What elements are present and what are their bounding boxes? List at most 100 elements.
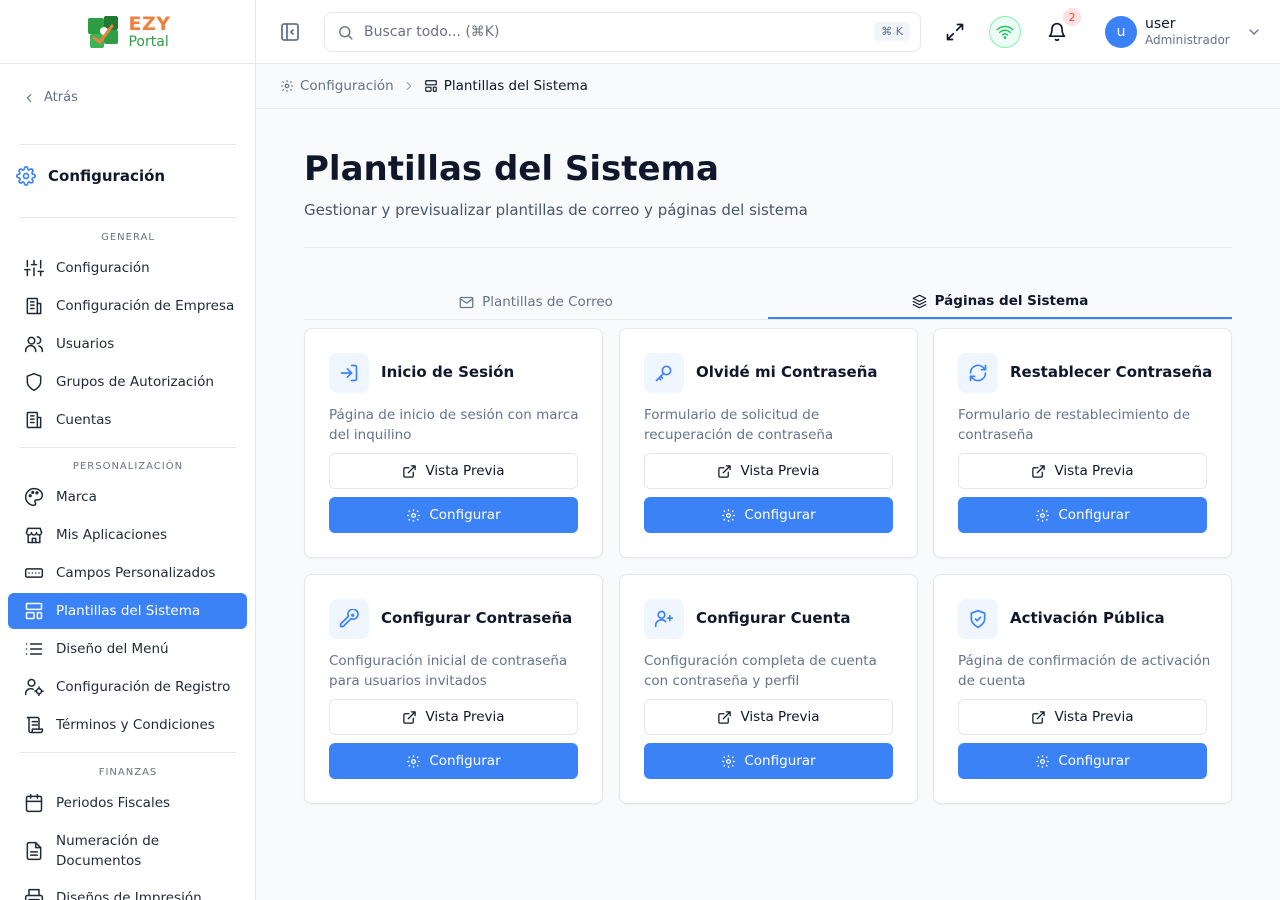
sidebar-item-empresa[interactable]: Configuración de Empresa [8, 288, 247, 324]
user-plus-icon [654, 610, 674, 628]
divider [304, 247, 1232, 248]
tab-email-templates[interactable]: Plantillas de Correo [304, 285, 768, 319]
tab-list: Plantillas de Correo Páginas del Sistema [304, 285, 1232, 320]
search-bar[interactable]: ⌘ K [324, 12, 921, 52]
external-link-icon [403, 464, 417, 478]
sidebar-item-label: Cuentas [56, 412, 112, 428]
building-icon [26, 297, 42, 315]
sidebar-item-configuracion[interactable]: Configuración [8, 250, 247, 286]
brand-subname: Portal [128, 33, 169, 50]
wifi-icon [996, 25, 1014, 39]
tab-system-pages[interactable]: Páginas del Sistema [768, 285, 1232, 319]
preview-label: Vista Previa [1054, 709, 1134, 725]
configure-button[interactable]: Configurar [329, 497, 578, 533]
sidebar-item-menu[interactable]: Diseño del Menú [8, 631, 247, 667]
sidebar-item-impresion[interactable]: Diseños de Impresión [8, 880, 247, 900]
sidebar-item-plantillas[interactable]: Plantillas del Sistema [8, 593, 247, 629]
layers-icon [912, 294, 927, 308]
collapse-sidebar-button[interactable] [278, 20, 302, 44]
card-description: Formulario de solicitud de recuperación … [644, 407, 834, 443]
card-description: Página de inicio de sesión con marca del… [329, 407, 579, 443]
search-input[interactable] [364, 24, 844, 40]
preview-button[interactable]: Vista Previa [958, 699, 1207, 735]
configure-label: Configurar [1058, 753, 1130, 769]
template-card-forgot-password: Olvidé mi Contraseña Formulario de solic… [619, 328, 918, 558]
divider [20, 447, 236, 448]
template-card-login: Inicio de Sesión Página de inicio de ses… [304, 328, 603, 558]
shield-check-icon [970, 609, 986, 629]
expand-icon [946, 23, 964, 41]
store-icon [25, 527, 43, 544]
breadcrumb-current: Plantillas del Sistema [424, 78, 588, 94]
ezy-logo-icon [88, 15, 119, 48]
preview-button[interactable]: Vista Previa [329, 453, 578, 489]
template-card-set-password: Configurar Contraseña Configuración inic… [304, 574, 603, 804]
card-title: Activación Pública [1010, 609, 1165, 627]
user-menu[interactable]: u user Administrador [1105, 16, 1262, 48]
configure-label: Configurar [429, 753, 501, 769]
preview-button[interactable]: Vista Previa [644, 699, 893, 735]
card-icon-box [958, 353, 998, 393]
external-link-icon [1032, 710, 1046, 724]
card-title: Configurar Contraseña [381, 609, 573, 627]
layout-template-icon [25, 602, 43, 620]
sidebar-item-marca[interactable]: Marca [8, 479, 247, 515]
page-title: Plantillas del Sistema [304, 149, 719, 189]
sidebar-item-label: Numeración de Documentos [56, 833, 160, 869]
input-field-icon [24, 568, 44, 578]
chevron-right-icon [406, 81, 412, 91]
sidebar-item-label: Mis Aplicaciones [56, 527, 168, 543]
preview-label: Vista Previa [1054, 463, 1134, 479]
connection-status-button[interactable] [989, 16, 1021, 48]
sidebar-item-label: Periodos Fiscales [56, 795, 171, 811]
sidebar-item-terminos[interactable]: Términos y Condiciones [8, 707, 247, 743]
sidebar-item-registro[interactable]: Configuración de Registro [8, 669, 247, 705]
preview-label: Vista Previa [425, 709, 505, 725]
template-card-reset-password: Restablecer Contraseña Formulario de res… [933, 328, 1232, 558]
external-link-icon [718, 464, 732, 478]
bell-icon [1048, 22, 1066, 42]
sidebar-item-campos[interactable]: Campos Personalizados [8, 555, 247, 591]
preview-button[interactable]: Vista Previa [644, 453, 893, 489]
configure-label: Configurar [744, 753, 816, 769]
refresh-icon [969, 364, 987, 382]
preview-button[interactable]: Vista Previa [958, 453, 1207, 489]
preview-button[interactable]: Vista Previa [329, 699, 578, 735]
back-link[interactable]: Atrás [22, 90, 78, 105]
configure-button[interactable]: Configurar [958, 497, 1207, 533]
card-icon-box [644, 599, 684, 639]
log-in-icon [340, 364, 358, 382]
sidebar-item-aplicaciones[interactable]: Mis Aplicaciones [8, 517, 247, 553]
breadcrumb: Configuración Plantillas del Sistema [256, 64, 1280, 109]
configure-button[interactable]: Configurar [958, 743, 1207, 779]
scroll-icon [26, 716, 44, 734]
configure-button[interactable]: Configurar [644, 743, 893, 779]
configure-button[interactable]: Configurar [329, 743, 578, 779]
template-card-setup-account: Configurar Cuenta Configuración completa… [619, 574, 918, 804]
sidebar-item-usuarios[interactable]: Usuarios [8, 326, 247, 362]
building-icon [26, 411, 42, 429]
breadcrumb-parent[interactable]: Configuración [280, 78, 394, 94]
card-title: Restablecer Contraseña [1010, 363, 1213, 381]
card-title: Olvidé mi Contraseña [696, 363, 878, 381]
sidebar-item-numeracion[interactable]: Numeración de Documentos [8, 827, 247, 875]
group-label-finanzas: FINANZAS [98, 767, 158, 778]
logo[interactable]: EZY Portal [0, 0, 255, 64]
palette-icon [25, 487, 44, 507]
configure-button[interactable]: Configurar [644, 497, 893, 533]
sliders-icon [24, 259, 44, 277]
group-label-personalizacion: PERSONALIZACIÓN [72, 461, 184, 472]
sidebar-item-periodos[interactable]: Periodos Fiscales [8, 785, 247, 821]
sidebar-item-grupos[interactable]: Grupos de Autorización [8, 364, 247, 400]
gear-icon [281, 80, 293, 92]
fullscreen-button[interactable] [939, 16, 971, 48]
sidebar: EZY Portal Atrás Configuración GENERAL C… [0, 0, 256, 900]
shield-icon [26, 372, 42, 392]
divider [20, 217, 236, 218]
gear-icon [1036, 508, 1050, 522]
avatar: u [1105, 16, 1137, 48]
sidebar-item-label: Usuarios [56, 336, 115, 352]
main-content: Plantillas del Sistema Gestionar y previ… [256, 109, 1280, 900]
sidebar-item-cuentas[interactable]: Cuentas [8, 402, 247, 438]
sidebar-item-label: Plantillas del Sistema [56, 603, 201, 619]
